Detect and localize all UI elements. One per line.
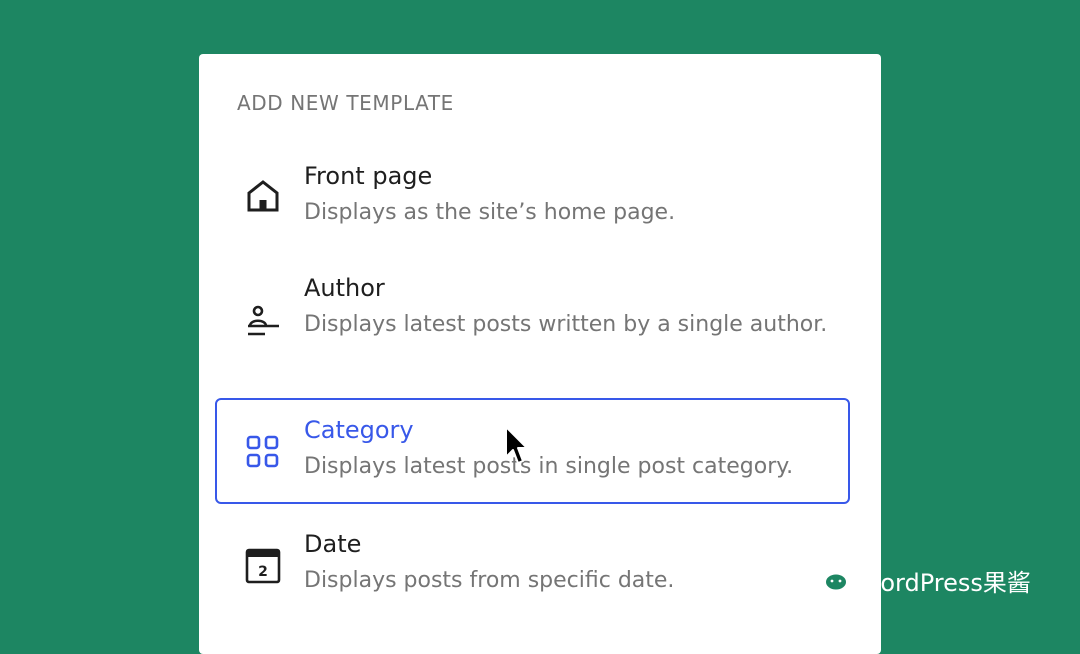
calendar-number: 2 bbox=[258, 564, 268, 580]
template-item-description: Displays posts from specific date. bbox=[304, 568, 675, 593]
mouse-cursor-icon bbox=[505, 426, 528, 464]
template-item-category[interactable]: Category Displays latest posts in single… bbox=[215, 398, 850, 504]
template-item-label: Front page bbox=[304, 162, 433, 190]
template-item-description: Displays latest posts in single post cat… bbox=[304, 454, 794, 479]
panel-title: ADD NEW TEMPLATE bbox=[237, 91, 454, 115]
watermark-text: WordPress果酱 bbox=[858, 568, 1031, 597]
home-icon bbox=[243, 176, 283, 216]
template-item-description: Displays latest posts written by a singl… bbox=[304, 312, 828, 337]
watermark: WordPress果酱 bbox=[806, 560, 1031, 600]
template-item-date[interactable]: 2 Date Displays posts from specific date… bbox=[215, 512, 850, 616]
wechat-icon bbox=[806, 560, 850, 600]
template-item-front-page[interactable]: Front page Displays as the site’s home p… bbox=[215, 144, 850, 244]
template-item-label: Author bbox=[304, 274, 385, 302]
template-item-label: Date bbox=[304, 530, 362, 558]
author-icon bbox=[243, 302, 283, 342]
template-item-author[interactable]: Author Displays latest posts written by … bbox=[215, 256, 850, 390]
category-grid-icon bbox=[243, 432, 283, 472]
add-template-panel: ADD NEW TEMPLATE Front page Displays as … bbox=[199, 54, 881, 654]
template-item-label: Category bbox=[304, 416, 414, 444]
calendar-icon: 2 bbox=[243, 546, 283, 586]
template-item-description: Displays as the site’s home page. bbox=[304, 200, 676, 225]
